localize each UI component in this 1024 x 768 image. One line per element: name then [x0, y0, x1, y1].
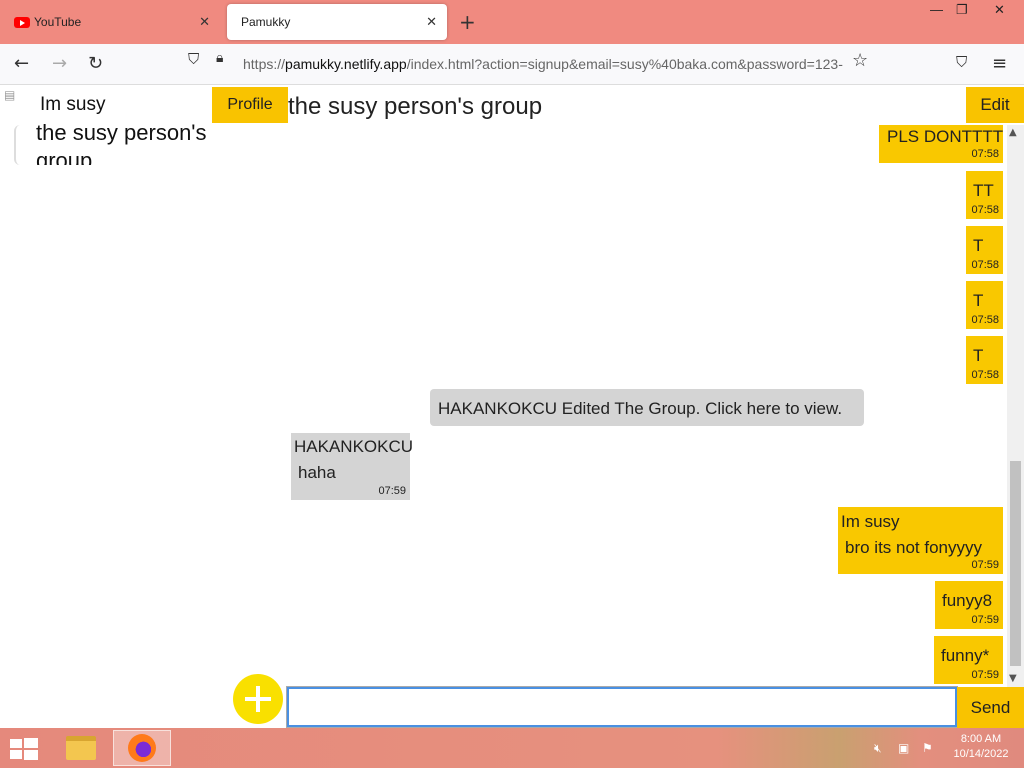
message-time: 07:58 — [971, 259, 999, 271]
tab-title: Pamukky — [241, 15, 291, 29]
bookmark-star-icon[interactable]: ☆ — [852, 50, 868, 71]
group-edited-notice[interactable]: HAKANKOKCU Edited The Group. Click here … — [430, 389, 864, 426]
message-time: 07:58 — [971, 148, 999, 160]
sidebar-group-name[interactable]: the susy person's group — [36, 119, 266, 165]
message-time: 07:58 — [971, 204, 999, 216]
message-time: 07:59 — [378, 485, 406, 497]
message-bubble[interactable]: T 07:58 — [966, 336, 1003, 384]
youtube-icon — [14, 16, 30, 28]
message-time: 07:59 — [971, 559, 999, 571]
message-input[interactable] — [286, 686, 958, 728]
url-bar[interactable]: ⛉ 🔒︎ https://pamukky.netlify.app/index.h… — [180, 49, 880, 79]
menu-icon[interactable]: ≡ — [992, 53, 1007, 74]
profile-button[interactable]: Profile — [212, 87, 288, 123]
shield-icon[interactable]: ⛉ — [188, 50, 199, 68]
network-icon[interactable]: ▣ — [898, 741, 909, 755]
message-time: 07:59 — [971, 669, 999, 681]
message-text: haha — [298, 463, 336, 482]
message-text: T — [973, 236, 984, 255]
tab-pamukky[interactable]: Pamukky ✕ — [227, 4, 447, 40]
tab-bar: YouTube ✕ Pamukky ✕ + — ❐ ✕ — [0, 0, 1024, 44]
lock-icon[interactable]: 🔒︎ — [216, 50, 223, 66]
url-text[interactable]: https://pamukky.netlify.app/index.html?a… — [243, 56, 843, 72]
pocket-icon[interactable]: ⛉ — [956, 53, 967, 71]
scroll-thumb[interactable] — [1010, 461, 1021, 666]
action-center-flag-icon[interactable]: ⚑ — [922, 741, 933, 755]
firefox-icon[interactable] — [113, 730, 171, 766]
message-bubble[interactable]: funny* 07:59 — [934, 636, 1003, 684]
message-time: 07:58 — [971, 314, 999, 326]
tab-youtube[interactable]: YouTube ✕ — [4, 4, 220, 40]
taskbar — [0, 728, 1024, 768]
edit-button[interactable]: Edit — [966, 87, 1024, 123]
send-button[interactable]: Send — [957, 687, 1024, 728]
new-tab-icon[interactable]: + — [459, 10, 476, 34]
message-time: 07:58 — [971, 369, 999, 381]
message-text: PLS DONTTTT — [887, 127, 1004, 146]
scroll-down-icon[interactable]: ▼ — [1009, 673, 1017, 684]
close-icon[interactable]: ✕ — [199, 14, 210, 30]
page-icon: ▤ — [4, 88, 16, 102]
back-icon[interactable]: ← — [14, 53, 29, 74]
message-bubble[interactable]: PLS DONTTTT 07:58 — [879, 125, 1003, 163]
message-text: funny* — [941, 646, 990, 665]
scroll-up-icon[interactable]: ▲ — [1009, 127, 1017, 138]
volume-muted-icon[interactable]: 🔇︎ — [874, 741, 882, 756]
taskbar-clock[interactable]: 8:00 AM 10/14/2022 — [948, 732, 1014, 762]
sidebar-divider — [14, 125, 26, 165]
window-close-icon[interactable]: ✕ — [994, 2, 1005, 18]
message-time: 07:59 — [971, 614, 999, 626]
message-bubble[interactable]: funyy8 07:59 — [935, 581, 1003, 629]
reload-icon[interactable]: ↻ — [88, 53, 103, 74]
message-text: T — [973, 346, 984, 365]
group-title: the susy person's group — [288, 93, 543, 120]
windows-start-icon[interactable] — [10, 738, 38, 760]
message-text: bro its not fonyyyy — [845, 538, 983, 557]
message-sender: Im susy — [841, 512, 900, 531]
message-scrollbar[interactable]: ▲ ▼ — [1007, 125, 1024, 688]
message-bubble[interactable]: Im susy bro its not fonyyyy 07:59 — [838, 507, 1003, 574]
message-sender: HAKANKOKCU — [294, 437, 414, 456]
navigation-bar: ← → ↻ ⛉ 🔒︎ https://pamukky.netlify.app/i… — [0, 44, 1024, 85]
forward-icon[interactable]: → — [52, 53, 67, 74]
clock-date: 10/14/2022 — [953, 748, 1009, 760]
sidebar-user-name: Im susy — [40, 94, 106, 115]
message-bubble[interactable]: T 07:58 — [966, 226, 1003, 274]
clock-time: 8:00 AM — [960, 733, 1002, 745]
restore-icon[interactable]: ❐ — [956, 2, 968, 18]
message-text: funyy8 — [942, 591, 993, 610]
message-text: T — [973, 291, 984, 310]
message-text: TT — [973, 181, 994, 200]
message-bubble[interactable]: T 07:58 — [966, 281, 1003, 329]
close-icon[interactable]: ✕ — [426, 14, 437, 30]
minimize-icon[interactable]: — — [930, 2, 943, 17]
tab-title: YouTube — [34, 15, 82, 29]
file-explorer-icon[interactable] — [52, 730, 110, 766]
message-bubble[interactable]: HAKANKOKCU haha 07:59 — [291, 433, 414, 500]
add-attachment-button[interactable] — [233, 674, 283, 724]
message-bubble[interactable]: TT 07:58 — [966, 171, 1003, 219]
chat-page: ▤ Im susy the susy person's group Profil… — [0, 85, 1024, 728]
